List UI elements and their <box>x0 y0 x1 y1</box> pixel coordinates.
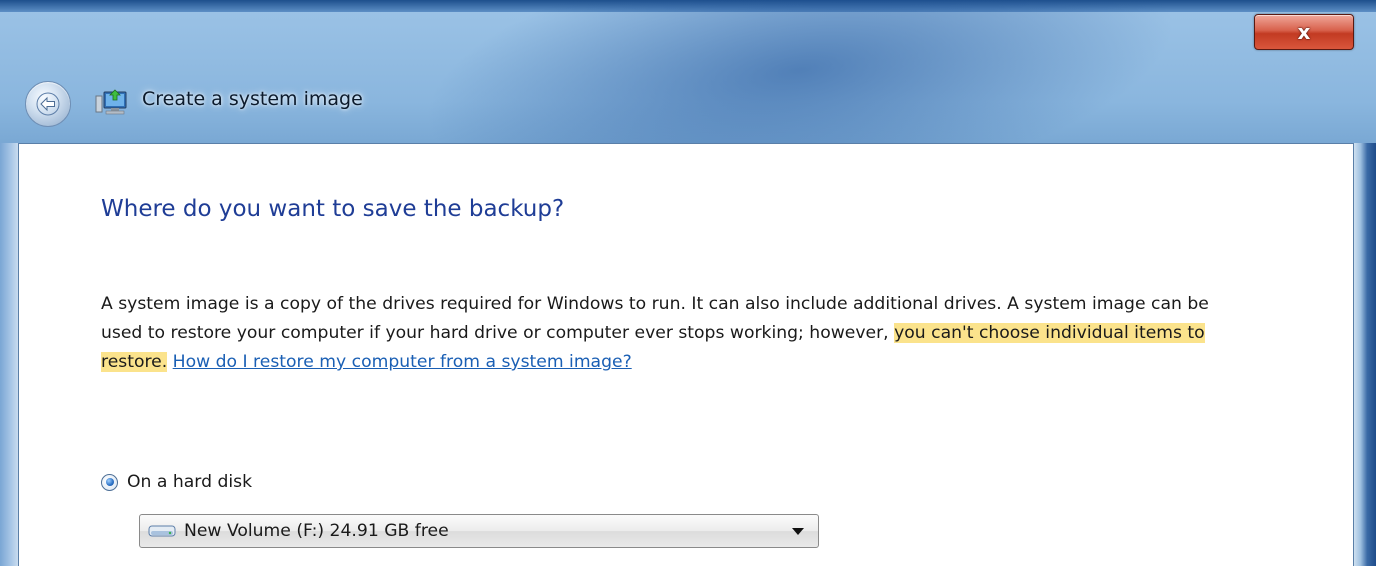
back-arrow-icon <box>36 92 60 116</box>
window-frame-right <box>1354 143 1376 566</box>
window-frame-left <box>0 143 18 566</box>
system-image-icon <box>95 89 127 115</box>
close-button[interactable]: x <box>1254 14 1354 50</box>
hard-disk-option[interactable]: On a hard disk <box>101 472 252 492</box>
hard-drive-icon <box>148 525 176 537</box>
content-pane: Where do you want to save the backup? A … <box>18 143 1354 566</box>
hard-disk-radio[interactable] <box>101 473 118 491</box>
drive-select[interactable]: New Volume (F:) 24.91 GB free <box>139 514 819 548</box>
page-heading: Where do you want to save the backup? <box>101 196 565 222</box>
radio-selected-indicator <box>105 478 114 486</box>
description-text: A system image is a copy of the drives r… <box>101 290 1241 377</box>
hard-disk-radio-label[interactable]: On a hard disk <box>127 472 252 492</box>
close-icon: x <box>1297 20 1311 44</box>
window: x Create a system image Where do you wan… <box>0 0 1376 566</box>
window-title: Create a system image <box>142 88 363 110</box>
back-button[interactable] <box>25 81 71 127</box>
restore-help-link[interactable]: How do I restore my computer from a syst… <box>173 352 632 372</box>
selected-drive-label: New Volume (F:) 24.91 GB free <box>184 521 449 541</box>
chevron-down-icon[interactable] <box>792 527 804 535</box>
